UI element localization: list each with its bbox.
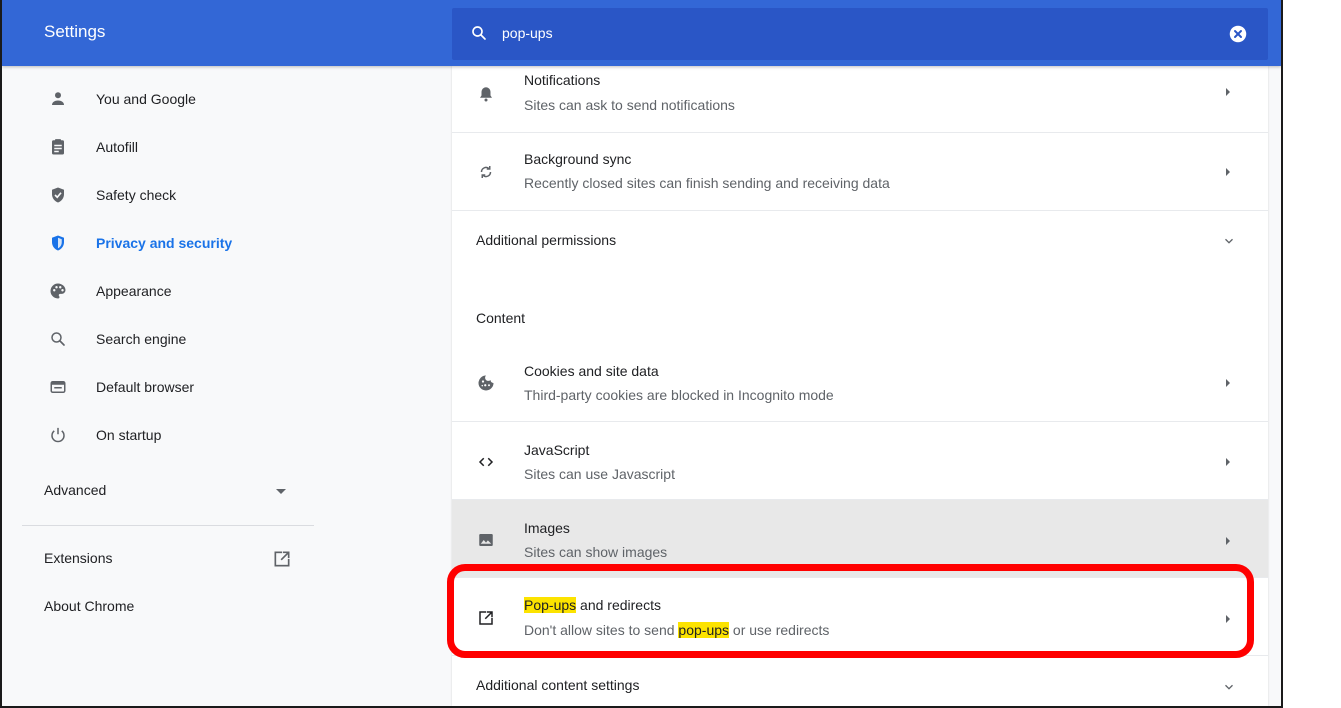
row-subtitle: Sites can use Javascript	[524, 466, 675, 482]
about-chrome-label: About Chrome	[44, 598, 135, 614]
chevron-down-icon	[1225, 238, 1233, 244]
row-subtitle: Recently closed sites can finish sending…	[524, 175, 890, 191]
row-title: Cookies and site data	[524, 363, 659, 379]
search-highlight: pop-ups	[678, 622, 730, 638]
palette-icon	[46, 279, 70, 303]
shield-check-icon	[46, 183, 70, 207]
browser-icon	[46, 375, 70, 399]
person-icon	[46, 87, 70, 111]
row-title-rest: and redirects	[576, 597, 661, 613]
sidebar-item-safety-check[interactable]: Safety check	[2, 173, 322, 217]
shield-icon	[46, 231, 70, 255]
sidebar-item-appearance[interactable]: Appearance	[2, 269, 322, 313]
sidebar-item-label: Safety check	[96, 187, 177, 203]
row-title: Notifications	[524, 72, 601, 88]
sidebar-item-about-chrome[interactable]: About Chrome	[2, 590, 322, 626]
chevron-down-icon	[1225, 684, 1233, 690]
app-title: Settings	[44, 22, 106, 41]
arrow-right-icon	[1226, 88, 1230, 96]
additional-permissions-row[interactable]: Additional permissions	[452, 210, 1268, 268]
search-icon	[472, 26, 486, 40]
image-icon	[476, 530, 496, 550]
images-row[interactable]: Images Sites can show images	[452, 499, 1268, 577]
arrow-right-icon	[1226, 379, 1230, 387]
arrow-right-icon	[1226, 537, 1230, 545]
sidebar-item-label: You and Google	[96, 91, 196, 107]
sidebar-item-label: Privacy and security	[96, 235, 233, 251]
sidebar-item-label: Appearance	[96, 283, 172, 299]
open-in-new-icon	[476, 608, 496, 628]
search-icon	[46, 327, 70, 351]
row-title: Background sync	[524, 151, 632, 167]
additional-permissions-label: Additional permissions	[476, 232, 617, 248]
javascript-row[interactable]: JavaScript Sites can use Javascript	[452, 421, 1268, 499]
row-subtitle: Sites can ask to send notifications	[524, 97, 735, 113]
sidebar-item-default-browser[interactable]: Default browser	[2, 365, 322, 409]
advanced-label: Advanced	[44, 482, 107, 498]
sidebar-divider	[22, 525, 314, 526]
sidebar-item-privacy-and-security[interactable]: Privacy and security	[2, 221, 322, 265]
code-icon	[476, 452, 496, 472]
background-sync-row[interactable]: Background sync Recently closed sites ca…	[452, 132, 1268, 210]
sidebar-item-you-and-google[interactable]: You and Google	[2, 77, 322, 121]
row-title: JavaScript	[524, 442, 590, 458]
additional-content-settings-label: Additional content settings	[476, 677, 640, 693]
settings-app: Settings pop-ups You and Google Autofill…	[2, 0, 1281, 706]
arrow-right-icon	[1226, 615, 1230, 623]
row-subtitle: Third-party cookies are blocked in Incog…	[524, 387, 834, 403]
sidebar-item-label: Default browser	[96, 379, 195, 395]
bell-icon	[476, 84, 496, 104]
row-subtitle-post: or use redirects	[729, 622, 830, 638]
row-title: Pop-ups and redirects	[524, 597, 661, 613]
site-settings-panel: Notifications Sites can ask to send noti…	[452, 66, 1268, 706]
additional-content-settings-row[interactable]: Additional content settings	[452, 655, 1268, 706]
open-in-new-icon	[274, 550, 291, 567]
caret-down-icon	[276, 489, 286, 494]
sidebar-item-label: On startup	[96, 427, 162, 443]
arrow-right-icon	[1226, 458, 1230, 466]
popups-and-redirects-row[interactable]: Pop-ups and redirects Don't allow sites …	[452, 577, 1268, 655]
search-highlight: Pop-ups	[524, 597, 577, 613]
notifications-row[interactable]: Notifications Sites can ask to send noti…	[452, 66, 1268, 132]
settings-sidebar: You and Google Autofill Safety check Pri…	[2, 66, 322, 706]
sidebar-item-on-startup[interactable]: On startup	[2, 413, 322, 457]
cookie-icon	[476, 373, 496, 393]
row-title: Images	[524, 520, 570, 536]
sidebar-item-label: Autofill	[96, 139, 139, 155]
clear-search-icon[interactable]	[1229, 25, 1247, 43]
row-subtitle: Sites can show images	[524, 544, 668, 560]
power-icon	[46, 423, 70, 447]
screenshot-frame: Settings pop-ups You and Google Autofill…	[0, 0, 1341, 708]
sidebar-item-extensions[interactable]: Extensions	[2, 542, 322, 578]
sidebar-advanced-toggle[interactable]: Advanced	[2, 472, 322, 512]
clipboard-icon	[46, 135, 70, 159]
settings-toolbar: Settings pop-ups	[2, 0, 1281, 66]
row-subtitle-pre: Don't allow sites to send	[524, 622, 679, 638]
sidebar-item-autofill[interactable]: Autofill	[2, 125, 322, 169]
arrow-right-icon	[1226, 168, 1230, 176]
extensions-label: Extensions	[44, 550, 113, 566]
sidebar-item-search-engine[interactable]: Search engine	[2, 317, 322, 361]
content-section-heading: Content	[476, 310, 526, 326]
sync-icon	[476, 162, 496, 182]
row-subtitle: Don't allow sites to send pop-ups or use…	[524, 622, 829, 638]
sidebar-item-label: Search engine	[96, 331, 187, 347]
frame-border-right	[1281, 0, 1283, 708]
search-input[interactable]: pop-ups	[502, 25, 553, 41]
cookies-row[interactable]: Cookies and site data Third-party cookie…	[452, 344, 1268, 421]
search-box[interactable]: pop-ups	[452, 8, 1268, 60]
